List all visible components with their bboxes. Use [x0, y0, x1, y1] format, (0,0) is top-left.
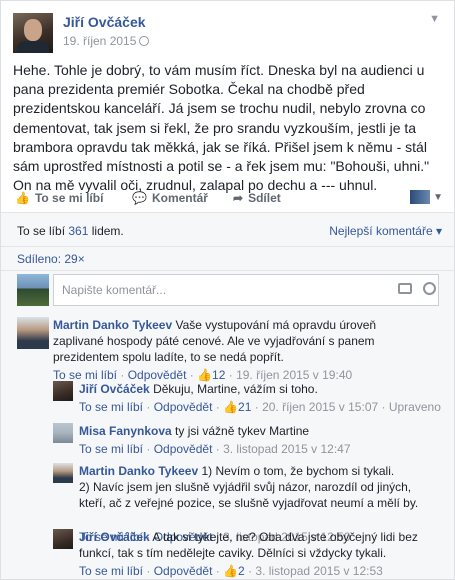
commenter-name[interactable]: Martin Danko Tykeev: [79, 464, 198, 478]
comment-meta: To se mi líbí · Odpovědět · 👍12 · 19. ří…: [53, 368, 353, 382]
comment-like-link[interactable]: To se mi líbí: [53, 368, 117, 382]
commenter-avatar[interactable]: [53, 463, 73, 483]
comment-like-link[interactable]: To se mi líbí: [79, 400, 143, 414]
commenter-name[interactable]: Jiří Ovčáček: [79, 530, 150, 544]
thumbs-up-icon: 👍: [223, 400, 239, 414]
comment-text: Děkuju, Martine, vážím si toho.: [153, 382, 318, 396]
comment-body: Misa Fanynkova ty jsi vážně tykev Martin…: [79, 423, 419, 439]
comment-reply-link[interactable]: Odpovědět: [154, 400, 213, 414]
thumbs-up-icon: 👍: [15, 191, 30, 205]
commenter-avatar[interactable]: [53, 381, 73, 401]
comment-text: ty jsi vážně tykev Martine: [175, 424, 310, 438]
post-date[interactable]: 19. říjen 2015: [63, 34, 150, 48]
chevron-down-icon[interactable]: ▼: [429, 13, 440, 25]
comment-body: Martin Danko Tykeev Vaše vystupování má …: [53, 317, 423, 365]
post-text: Hehe. Tohle je dobrý, to vám musím říct.…: [13, 62, 430, 194]
comment-like-count[interactable]: 21: [238, 400, 251, 414]
comment-input[interactable]: Napište komentář...: [53, 274, 439, 306]
comment-body: Martin Danko Tykeev 1) Nevím o tom, že b…: [79, 463, 419, 511]
comment-composer: Napište komentář...: [1, 271, 454, 311]
comment-button[interactable]: 💬 Komentář: [132, 191, 208, 205]
comment-body: Jiří Ovčáček Děkuju, Martine, vážím si t…: [79, 381, 419, 397]
comment-like-count[interactable]: 12: [212, 368, 225, 382]
emoji-icon[interactable]: [423, 282, 436, 295]
comment-time[interactable]: 19. říjen 2015 v 19:40: [236, 368, 352, 382]
commenter-avatar[interactable]: [53, 529, 73, 549]
comment-body: Jiří Ovčáček A tak si tykejte, ne? Oba d…: [79, 529, 419, 561]
comments-list: Martin Danko Tykeev Vaše vystupování má …: [1, 311, 454, 579]
comment-icon: 💬: [132, 191, 147, 205]
edited-label[interactable]: Upraveno: [389, 400, 441, 414]
comment-like-link[interactable]: To se mi líbí: [79, 442, 143, 456]
thumbs-up-icon: 👍: [197, 368, 213, 382]
commenter-name[interactable]: Jiří Ovčáček: [79, 382, 150, 396]
post-card: Jiří Ovčáček 19. říjen 2015 ▼ Hehe. Tohl…: [0, 0, 455, 580]
comment-time[interactable]: 20. říjen 2015 v 15:07: [262, 400, 378, 414]
comment-sort-dropdown[interactable]: Nejlepší komentáře ▾: [329, 224, 442, 238]
comment-meta: To se mi líbí · Odpovědět · 👍2 · 3. list…: [79, 564, 383, 578]
comment-text: 1) Nevím o tom, že bychom si tykali.: [201, 464, 395, 478]
comment-reply-link[interactable]: Odpovědět: [128, 368, 187, 382]
likes-summary: To se líbí 361 lidem. Nejlepší komentáře…: [1, 213, 454, 247]
globe-icon: [139, 36, 150, 46]
share-icon: ➦: [233, 191, 244, 205]
share-button[interactable]: ➦ Sdílet: [233, 191, 281, 205]
thumbs-up-icon: 👍: [223, 564, 239, 578]
comment-like-link[interactable]: To se mi líbí: [79, 564, 143, 578]
commenter-avatar[interactable]: [17, 317, 49, 349]
shares-link[interactable]: Sdíleno: 29×: [17, 252, 85, 266]
comment-reply-link[interactable]: Odpovědět: [154, 564, 213, 578]
comment-text: 2) Navíc jsem jen slušně vyjádřil svůj n…: [79, 480, 419, 510]
post-actions: 👍 To se mi líbí 💬 Komentář ➦ Sdílet ▼: [13, 187, 443, 211]
camera-icon[interactable]: [398, 283, 412, 294]
commenter-name[interactable]: Martin Danko Tykeev: [53, 318, 172, 332]
comment-like-count[interactable]: 2: [238, 564, 245, 578]
shares-summary: Sdíleno: 29×: [1, 247, 454, 271]
commenter-avatar[interactable]: [53, 423, 73, 443]
comment-meta: To se mi líbí · Odpovědět · 👍21 · 20. ří…: [79, 400, 441, 414]
author-avatar[interactable]: [13, 13, 53, 53]
commenter-name[interactable]: Misa Fanynkova: [79, 424, 172, 438]
likes-count-text[interactable]: To se líbí 361 lidem.: [17, 224, 124, 238]
comment-time[interactable]: 3. listopad 2015 v 12:53: [255, 564, 382, 578]
post-author[interactable]: Jiří Ovčáček: [63, 14, 146, 30]
comment-reply-link[interactable]: Odpovědět: [154, 442, 213, 456]
current-user-avatar: [17, 274, 49, 306]
page-avatar-icon: [410, 189, 431, 204]
like-button[interactable]: 👍 To se mi líbí: [15, 191, 103, 205]
chevron-down-icon: ▼: [433, 192, 443, 203]
comment-time[interactable]: 3. listopad 2015 v 12:47: [223, 442, 350, 456]
likes-count-link[interactable]: 361: [68, 224, 88, 238]
comment-meta: To se mi líbí · Odpovědět · 3. listopad …: [79, 442, 351, 456]
audience-selector[interactable]: ▼: [410, 189, 443, 204]
